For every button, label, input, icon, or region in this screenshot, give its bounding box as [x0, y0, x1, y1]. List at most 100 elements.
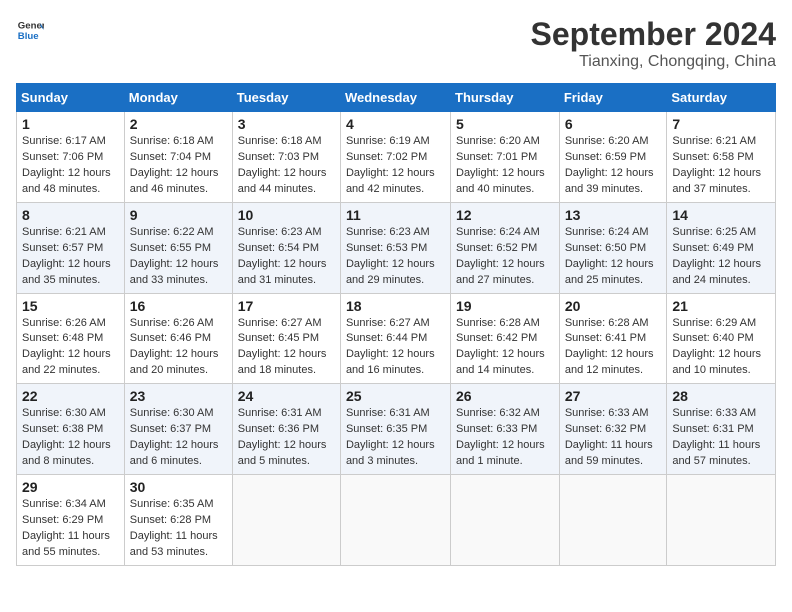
day-detail: Sunrise: 6:19 AMSunset: 7:02 PMDaylight:…	[346, 135, 435, 195]
weekday-header-wednesday: Wednesday	[340, 84, 450, 112]
day-detail: Sunrise: 6:17 AMSunset: 7:06 PMDaylight:…	[22, 135, 111, 195]
calendar-week-row: 15 Sunrise: 6:26 AMSunset: 6:48 PMDaylig…	[17, 293, 776, 384]
calendar-cell	[232, 475, 340, 566]
day-detail: Sunrise: 6:23 AMSunset: 6:54 PMDaylight:…	[238, 226, 327, 286]
page-header: General Blue September 2024 Tianxing, Ch…	[16, 16, 776, 71]
calendar-week-row: 29 Sunrise: 6:34 AMSunset: 6:29 PMDaylig…	[17, 475, 776, 566]
day-number: 29	[22, 479, 119, 495]
calendar-cell: 25 Sunrise: 6:31 AMSunset: 6:35 PMDaylig…	[340, 384, 450, 475]
calendar-cell: 29 Sunrise: 6:34 AMSunset: 6:29 PMDaylig…	[17, 475, 125, 566]
day-number: 26	[456, 388, 554, 404]
day-number: 1	[22, 116, 119, 132]
calendar-cell: 5 Sunrise: 6:20 AMSunset: 7:01 PMDayligh…	[451, 112, 560, 203]
day-detail: Sunrise: 6:27 AMSunset: 6:45 PMDaylight:…	[238, 317, 327, 377]
calendar-cell: 3 Sunrise: 6:18 AMSunset: 7:03 PMDayligh…	[232, 112, 340, 203]
day-number: 28	[672, 388, 770, 404]
calendar-cell	[559, 475, 667, 566]
calendar-cell: 23 Sunrise: 6:30 AMSunset: 6:37 PMDaylig…	[124, 384, 232, 475]
weekday-header-sunday: Sunday	[17, 84, 125, 112]
day-detail: Sunrise: 6:31 AMSunset: 6:35 PMDaylight:…	[346, 407, 435, 467]
day-detail: Sunrise: 6:33 AMSunset: 6:32 PMDaylight:…	[565, 407, 653, 467]
day-number: 10	[238, 207, 335, 223]
calendar-cell: 8 Sunrise: 6:21 AMSunset: 6:57 PMDayligh…	[17, 202, 125, 293]
day-number: 19	[456, 298, 554, 314]
day-number: 2	[130, 116, 227, 132]
calendar-cell: 20 Sunrise: 6:28 AMSunset: 6:41 PMDaylig…	[559, 293, 667, 384]
day-number: 6	[565, 116, 662, 132]
calendar-cell	[340, 475, 450, 566]
calendar-table: SundayMondayTuesdayWednesdayThursdayFrid…	[16, 83, 776, 566]
day-detail: Sunrise: 6:23 AMSunset: 6:53 PMDaylight:…	[346, 226, 435, 286]
weekday-header-saturday: Saturday	[667, 84, 776, 112]
weekday-header-thursday: Thursday	[451, 84, 560, 112]
day-detail: Sunrise: 6:26 AMSunset: 6:48 PMDaylight:…	[22, 317, 111, 377]
day-detail: Sunrise: 6:18 AMSunset: 7:03 PMDaylight:…	[238, 135, 327, 195]
day-number: 23	[130, 388, 227, 404]
day-number: 30	[130, 479, 227, 495]
day-number: 3	[238, 116, 335, 132]
day-number: 4	[346, 116, 445, 132]
calendar-cell: 27 Sunrise: 6:33 AMSunset: 6:32 PMDaylig…	[559, 384, 667, 475]
day-detail: Sunrise: 6:20 AMSunset: 7:01 PMDaylight:…	[456, 135, 545, 195]
day-detail: Sunrise: 6:28 AMSunset: 6:42 PMDaylight:…	[456, 317, 545, 377]
calendar-cell: 9 Sunrise: 6:22 AMSunset: 6:55 PMDayligh…	[124, 202, 232, 293]
day-number: 25	[346, 388, 445, 404]
calendar-cell: 13 Sunrise: 6:24 AMSunset: 6:50 PMDaylig…	[559, 202, 667, 293]
calendar-cell: 4 Sunrise: 6:19 AMSunset: 7:02 PMDayligh…	[340, 112, 450, 203]
day-detail: Sunrise: 6:25 AMSunset: 6:49 PMDaylight:…	[672, 226, 761, 286]
calendar-week-row: 8 Sunrise: 6:21 AMSunset: 6:57 PMDayligh…	[17, 202, 776, 293]
day-detail: Sunrise: 6:29 AMSunset: 6:40 PMDaylight:…	[672, 317, 761, 377]
day-detail: Sunrise: 6:35 AMSunset: 6:28 PMDaylight:…	[130, 498, 218, 558]
day-number: 16	[130, 298, 227, 314]
day-detail: Sunrise: 6:32 AMSunset: 6:33 PMDaylight:…	[456, 407, 545, 467]
calendar-cell: 6 Sunrise: 6:20 AMSunset: 6:59 PMDayligh…	[559, 112, 667, 203]
day-number: 20	[565, 298, 662, 314]
day-detail: Sunrise: 6:34 AMSunset: 6:29 PMDaylight:…	[22, 498, 110, 558]
day-detail: Sunrise: 6:26 AMSunset: 6:46 PMDaylight:…	[130, 317, 219, 377]
day-number: 13	[565, 207, 662, 223]
day-detail: Sunrise: 6:33 AMSunset: 6:31 PMDaylight:…	[672, 407, 760, 467]
day-detail: Sunrise: 6:31 AMSunset: 6:36 PMDaylight:…	[238, 407, 327, 467]
weekday-header-monday: Monday	[124, 84, 232, 112]
day-number: 9	[130, 207, 227, 223]
day-detail: Sunrise: 6:22 AMSunset: 6:55 PMDaylight:…	[130, 226, 219, 286]
calendar-cell: 17 Sunrise: 6:27 AMSunset: 6:45 PMDaylig…	[232, 293, 340, 384]
calendar-cell: 10 Sunrise: 6:23 AMSunset: 6:54 PMDaylig…	[232, 202, 340, 293]
calendar-week-row: 22 Sunrise: 6:30 AMSunset: 6:38 PMDaylig…	[17, 384, 776, 475]
day-detail: Sunrise: 6:20 AMSunset: 6:59 PMDaylight:…	[565, 135, 654, 195]
calendar-cell: 14 Sunrise: 6:25 AMSunset: 6:49 PMDaylig…	[667, 202, 776, 293]
day-detail: Sunrise: 6:30 AMSunset: 6:38 PMDaylight:…	[22, 407, 111, 467]
day-number: 17	[238, 298, 335, 314]
calendar-cell: 21 Sunrise: 6:29 AMSunset: 6:40 PMDaylig…	[667, 293, 776, 384]
logo: General Blue	[16, 16, 44, 44]
day-detail: Sunrise: 6:21 AMSunset: 6:57 PMDaylight:…	[22, 226, 111, 286]
day-detail: Sunrise: 6:28 AMSunset: 6:41 PMDaylight:…	[565, 317, 654, 377]
calendar-cell: 22 Sunrise: 6:30 AMSunset: 6:38 PMDaylig…	[17, 384, 125, 475]
calendar-cell: 11 Sunrise: 6:23 AMSunset: 6:53 PMDaylig…	[340, 202, 450, 293]
day-number: 5	[456, 116, 554, 132]
location-title: Tianxing, Chongqing, China	[531, 53, 776, 71]
day-number: 7	[672, 116, 770, 132]
title-area: September 2024 Tianxing, Chongqing, Chin…	[531, 16, 776, 71]
day-detail: Sunrise: 6:30 AMSunset: 6:37 PMDaylight:…	[130, 407, 219, 467]
day-number: 12	[456, 207, 554, 223]
calendar-cell: 24 Sunrise: 6:31 AMSunset: 6:36 PMDaylig…	[232, 384, 340, 475]
day-number: 22	[22, 388, 119, 404]
svg-text:General: General	[18, 20, 44, 31]
day-number: 11	[346, 207, 445, 223]
day-detail: Sunrise: 6:24 AMSunset: 6:50 PMDaylight:…	[565, 226, 654, 286]
calendar-cell: 1 Sunrise: 6:17 AMSunset: 7:06 PMDayligh…	[17, 112, 125, 203]
day-number: 18	[346, 298, 445, 314]
calendar-cell: 19 Sunrise: 6:28 AMSunset: 6:42 PMDaylig…	[451, 293, 560, 384]
day-detail: Sunrise: 6:27 AMSunset: 6:44 PMDaylight:…	[346, 317, 435, 377]
day-number: 27	[565, 388, 662, 404]
weekday-header-tuesday: Tuesday	[232, 84, 340, 112]
svg-text:Blue: Blue	[18, 31, 39, 42]
weekday-header-row: SundayMondayTuesdayWednesdayThursdayFrid…	[17, 84, 776, 112]
day-number: 8	[22, 207, 119, 223]
calendar-cell: 7 Sunrise: 6:21 AMSunset: 6:58 PMDayligh…	[667, 112, 776, 203]
calendar-cell: 18 Sunrise: 6:27 AMSunset: 6:44 PMDaylig…	[340, 293, 450, 384]
calendar-cell: 12 Sunrise: 6:24 AMSunset: 6:52 PMDaylig…	[451, 202, 560, 293]
day-number: 14	[672, 207, 770, 223]
calendar-cell	[451, 475, 560, 566]
